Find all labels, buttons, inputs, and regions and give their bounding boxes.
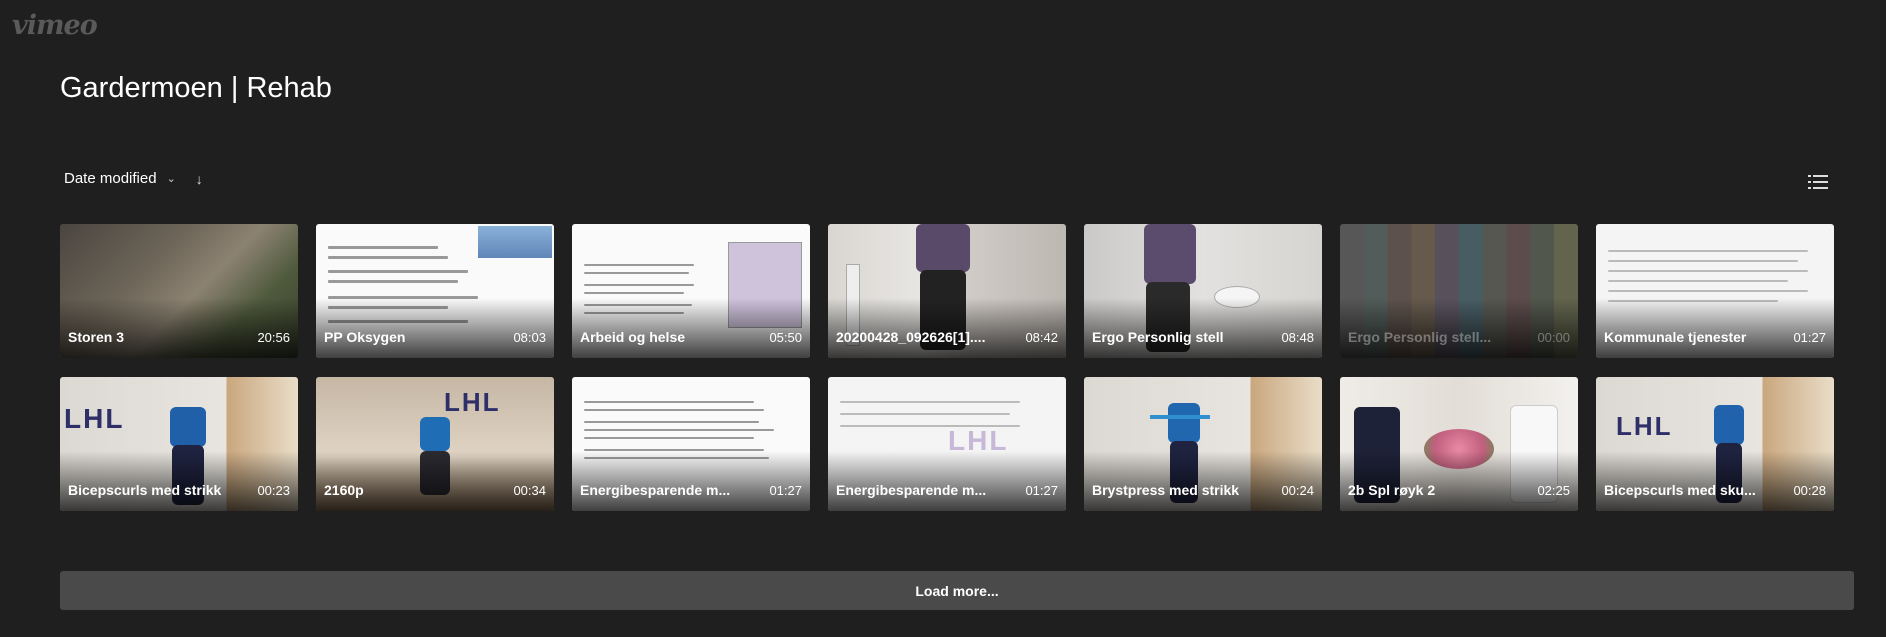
video-title: 2b Spl røyk 2: [1348, 482, 1436, 498]
video-card[interactable]: Ergo Personlig stell 08:48: [1084, 224, 1322, 358]
video-title: Arbeid og helse: [580, 329, 686, 345]
video-card[interactable]: Energibesparende m... 01:27: [572, 377, 810, 511]
chevron-down-icon[interactable]: ⌄: [167, 172, 176, 185]
video-card[interactable]: Brystpress med strikk 00:24: [1084, 377, 1322, 511]
video-title: Ergo Personlig stell: [1092, 329, 1224, 345]
video-title: 20200428_092626[1]....: [836, 329, 986, 345]
video-duration: 08:42: [1025, 330, 1058, 345]
video-card[interactable]: LHL 2160p 00:34: [316, 377, 554, 511]
thumbnail-overlay: [828, 451, 1066, 511]
video-grid: Storen 3 20:56 PP Oksygen 08:03 Arbeid o…: [60, 224, 1834, 511]
video-card[interactable]: Kommunale tjenester 01:27: [1596, 224, 1834, 358]
video-card[interactable]: LHL Energibesparende m... 01:27: [828, 377, 1066, 511]
video-title: Energibesparende m...: [836, 482, 987, 498]
video-card[interactable]: 2b Spl røyk 2 02:25: [1340, 377, 1578, 511]
thumbnail-overlay: [1084, 298, 1322, 358]
video-card[interactable]: Storen 3 20:56: [60, 224, 298, 358]
list-view-icon[interactable]: [1806, 172, 1830, 192]
sort-control: Date modified ⌄ ↓: [64, 170, 203, 187]
thumbnail-overlay: [60, 298, 298, 358]
thumbnail-overlay: [1596, 298, 1834, 358]
video-title: Bicepscurls med sku...: [1604, 482, 1756, 498]
load-more-button[interactable]: Load more...: [60, 571, 1854, 610]
video-card[interactable]: 20200428_092626[1].... 08:42: [828, 224, 1066, 358]
video-duration: 01:27: [1025, 483, 1058, 498]
video-title: Bicepscurls med strikk: [68, 482, 222, 498]
video-duration: 00:34: [513, 483, 546, 498]
thumbnail-overlay: [316, 451, 554, 511]
thumbnail-overlay: [60, 451, 298, 511]
sort-dropdown[interactable]: Date modified: [64, 170, 157, 187]
thumbnail-overlay: [828, 298, 1066, 358]
video-title: 2160p: [324, 482, 364, 498]
arrow-down-icon[interactable]: ↓: [196, 171, 203, 187]
video-card[interactable]: Ergo Personlig stell... 00:00: [1340, 224, 1578, 358]
video-card[interactable]: LHL Bicepscurls med sku... 00:28: [1596, 377, 1834, 511]
video-duration: 01:27: [769, 483, 802, 498]
video-title: PP Oksygen: [324, 329, 406, 345]
video-card[interactable]: PP Oksygen 08:03: [316, 224, 554, 358]
video-duration: 02:25: [1537, 483, 1570, 498]
page-title: Gardermoen | Rehab: [60, 72, 332, 104]
thumbnail-overlay: [1596, 451, 1834, 511]
video-duration: 00:24: [1281, 483, 1314, 498]
video-duration: 20:56: [257, 330, 290, 345]
vimeo-logo[interactable]: vimeo: [12, 10, 98, 41]
video-card[interactable]: Arbeid og helse 05:50: [572, 224, 810, 358]
video-title: Storen 3: [68, 329, 125, 345]
video-duration: 08:03: [513, 330, 546, 345]
thumbnail-overlay: [1340, 451, 1578, 511]
thumbnail-overlay: [316, 298, 554, 358]
video-duration: 00:23: [257, 483, 290, 498]
video-title: Kommunale tjenester: [1604, 329, 1747, 345]
video-title: Ergo Personlig stell...: [1348, 329, 1492, 345]
video-title: Brystpress med strikk: [1092, 482, 1240, 498]
video-card[interactable]: LHL Bicepscurls med strikk 00:23: [60, 377, 298, 511]
video-duration: 01:27: [1793, 330, 1826, 345]
video-duration: 05:50: [769, 330, 802, 345]
thumbnail-overlay: [1084, 451, 1322, 511]
thumbnail-overlay: [572, 451, 810, 511]
video-duration: 00:28: [1793, 483, 1826, 498]
video-duration: 08:48: [1281, 330, 1314, 345]
video-title: Energibesparende m...: [580, 482, 731, 498]
video-duration: 00:00: [1537, 330, 1570, 345]
thumbnail-overlay: [1340, 298, 1578, 358]
thumbnail-overlay: [572, 298, 810, 358]
